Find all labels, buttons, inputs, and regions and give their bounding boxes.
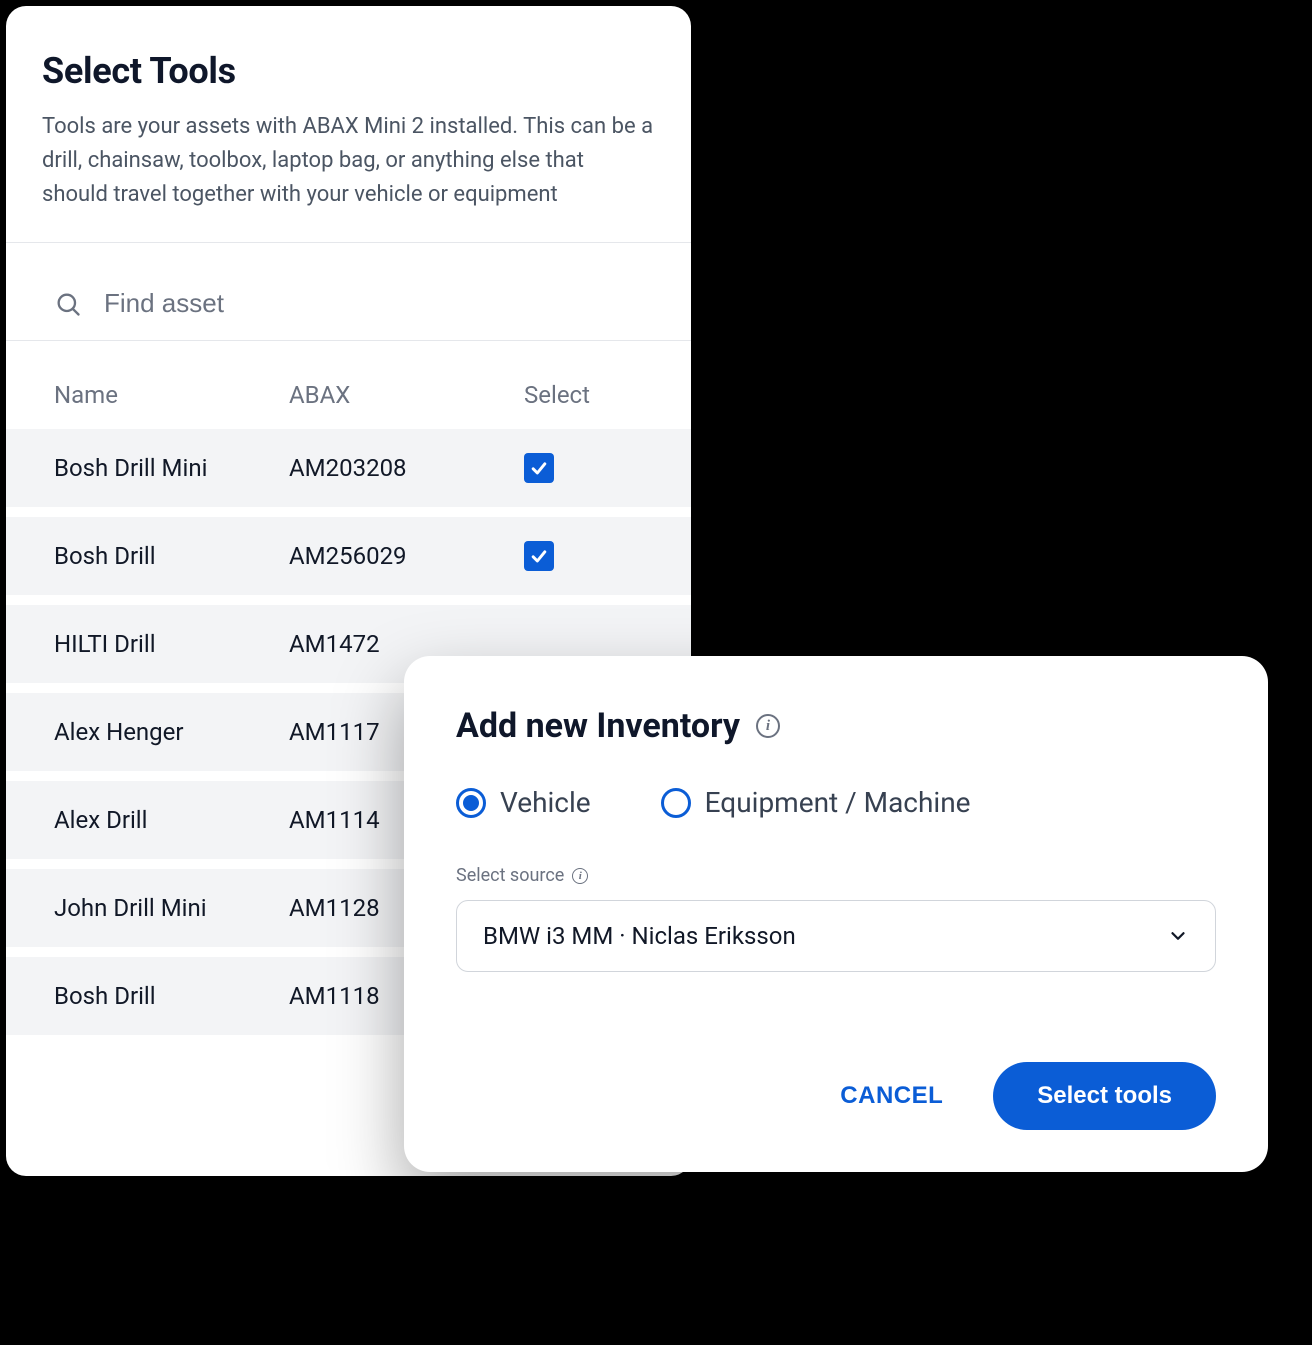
cell-name: Bosh Drill xyxy=(54,542,289,570)
col-header-name: Name xyxy=(54,381,289,409)
chevron-down-icon xyxy=(1167,925,1189,947)
row-checkbox[interactable] xyxy=(524,453,554,483)
radio-option-equipment[interactable]: Equipment / Machine xyxy=(661,786,971,819)
radio-label: Vehicle xyxy=(500,786,591,819)
inventory-type-radio-group: Vehicle Equipment / Machine xyxy=(456,786,1216,819)
search-input[interactable] xyxy=(102,287,643,320)
info-icon[interactable]: i xyxy=(572,868,588,884)
table-row: Bosh DrillAM256029 xyxy=(6,517,691,605)
cell-name: John Drill Mini xyxy=(54,894,289,922)
select-tools-button[interactable]: Select tools xyxy=(993,1062,1216,1130)
cell-name: HILTI Drill xyxy=(54,630,289,658)
cell-abax: AM203208 xyxy=(289,454,524,482)
cell-select xyxy=(524,453,643,483)
radio-label: Equipment / Machine xyxy=(705,786,971,819)
cell-name: Alex Drill xyxy=(54,806,289,834)
modal-title: Add new Inventory xyxy=(456,706,740,746)
add-inventory-modal: Add new Inventory i Vehicle Equipment / … xyxy=(404,656,1268,1172)
radio-indicator xyxy=(456,788,486,818)
info-icon[interactable]: i xyxy=(756,714,780,738)
cell-name: Bosh Drill Mini xyxy=(54,454,289,482)
cell-name: Alex Henger xyxy=(54,718,289,746)
panel-title: Select Tools xyxy=(42,50,655,92)
cell-name: Bosh Drill xyxy=(54,982,289,1010)
radio-option-vehicle[interactable]: Vehicle xyxy=(456,786,591,819)
source-select[interactable]: BMW i3 MM · Niclas Eriksson xyxy=(456,900,1216,972)
radio-indicator xyxy=(661,788,691,818)
cell-select xyxy=(524,541,643,571)
source-select-value: BMW i3 MM · Niclas Eriksson xyxy=(483,922,796,950)
col-header-abax: ABAX xyxy=(289,381,524,409)
col-header-select: Select xyxy=(524,381,643,409)
search-row xyxy=(6,243,691,341)
search-icon xyxy=(54,290,82,318)
table-header: Name ABAX Select xyxy=(6,341,691,429)
cell-abax: AM1472 xyxy=(289,630,524,658)
table-row: Bosh Drill MiniAM203208 xyxy=(6,429,691,517)
cancel-button[interactable]: CANCEL xyxy=(830,1066,953,1126)
row-checkbox[interactable] xyxy=(524,541,554,571)
source-field-label: Select source i xyxy=(456,865,1216,886)
cell-abax: AM256029 xyxy=(289,542,524,570)
panel-description: Tools are your assets with ABAX Mini 2 i… xyxy=(42,110,655,212)
